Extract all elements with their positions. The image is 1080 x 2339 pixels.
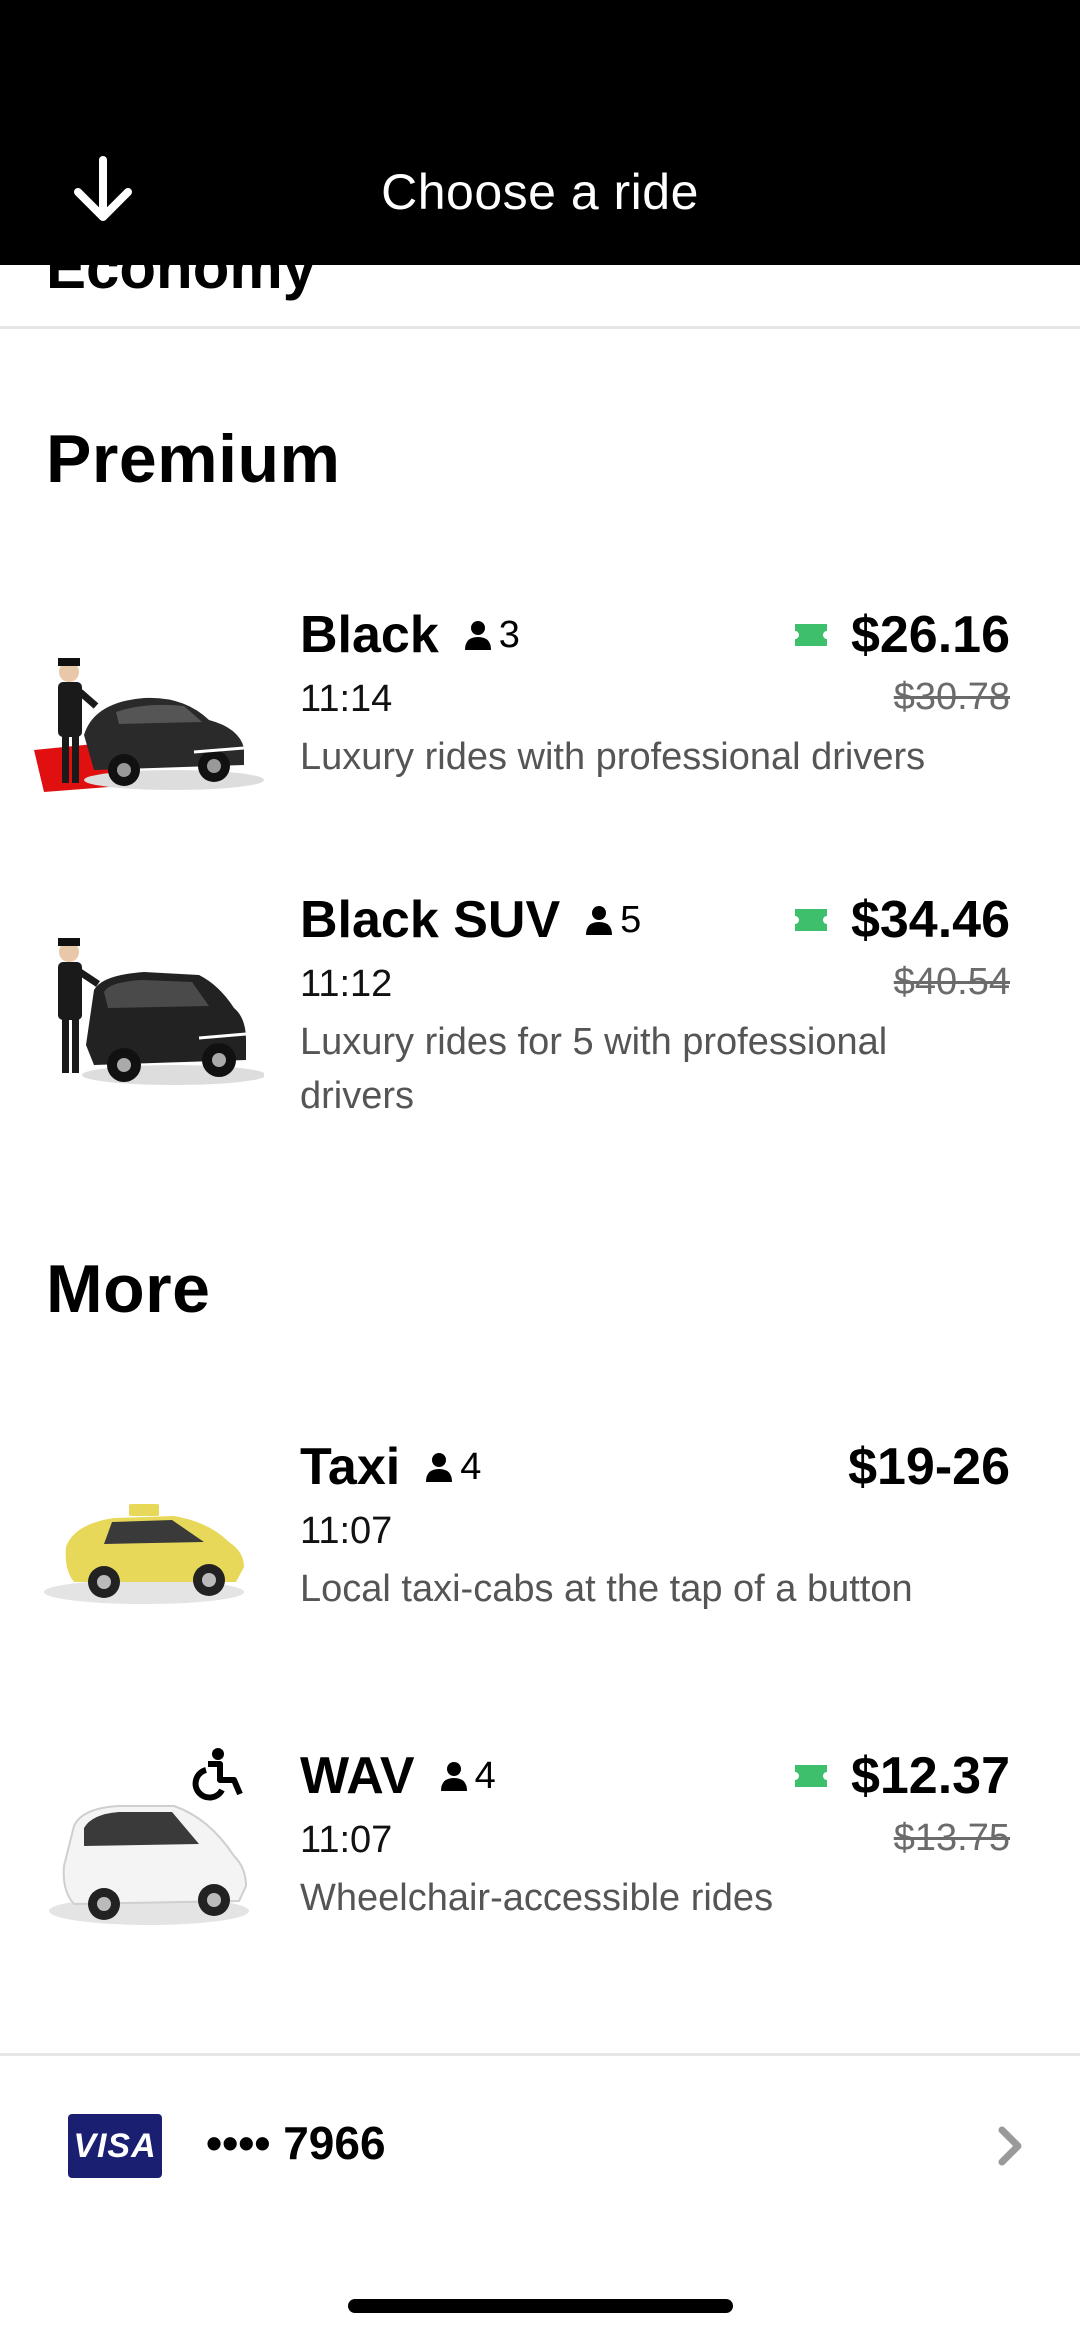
- original-price: $40.54: [893, 961, 1010, 1003]
- ride-name: Taxi: [300, 1438, 401, 1496]
- black-suv-image: [24, 910, 266, 1110]
- visa-card-icon: VISA: [68, 2114, 162, 2178]
- original-price: $13.75: [893, 1817, 1010, 1859]
- eta-time: 11:14: [300, 678, 393, 720]
- ride-description: Wheelchair-accessible rides: [300, 1877, 774, 1919]
- seat-count: 4: [460, 1445, 482, 1488]
- person-icon: [440, 1762, 467, 1791]
- passenger-count: 3: [463, 614, 520, 657]
- ride-name: Black SUV: [300, 891, 561, 949]
- passenger-count: 4: [424, 1446, 481, 1489]
- price-value: $34.46: [850, 891, 1010, 949]
- seat-count: 5: [620, 898, 642, 941]
- price-value: $12.37: [850, 1747, 1010, 1805]
- chevron-right-icon[interactable]: [994, 2124, 1024, 2168]
- section-title-premium: Premium: [46, 421, 341, 497]
- wheelchair-icon: [192, 1748, 243, 1801]
- eta-time: 11:12: [300, 963, 393, 1005]
- person-icon: [586, 906, 613, 935]
- eta-time: 11:07: [300, 1510, 393, 1552]
- ride-price: $12.37: [793, 1741, 1010, 1811]
- ride-price: $26.16: [793, 600, 1010, 670]
- passenger-count: 4: [439, 1755, 496, 1798]
- price-value: $26.16: [850, 606, 1010, 664]
- ride-price: $19-26: [848, 1432, 1010, 1502]
- ride-description: Luxury rides for 5 with professional dri…: [300, 1021, 888, 1117]
- ride-name: Black: [300, 606, 439, 664]
- ride-description: Luxury rides with professional drivers: [300, 736, 926, 778]
- person-icon: [426, 1453, 453, 1482]
- price-value: $19-26: [848, 1438, 1010, 1496]
- ride-name: WAV: [300, 1747, 415, 1805]
- person-icon: [464, 621, 491, 650]
- card-number: •••• 7966: [206, 2117, 386, 2169]
- divider: [0, 326, 1080, 329]
- header: Choose a ride: [0, 0, 1080, 265]
- black-car-image: [24, 620, 264, 820]
- payment-method-row[interactable]: VISA •••• 7966: [0, 2054, 1080, 2242]
- page-title: Choose a ride: [381, 164, 699, 220]
- promo-ticket-icon: [794, 909, 827, 931]
- seat-count: 4: [474, 1754, 496, 1797]
- promo-ticket-icon: [794, 1765, 827, 1787]
- original-price: $30.78: [893, 676, 1010, 718]
- seat-count: 3: [498, 613, 520, 656]
- ride-description: Local taxi-cabs at the tap of a button: [300, 1568, 913, 1610]
- wav-van-image: [24, 1746, 264, 1946]
- ride-price: $34.46: [793, 885, 1010, 955]
- home-indicator[interactable]: [348, 2299, 733, 2313]
- passenger-count: 5: [584, 899, 641, 942]
- section-title-more: More: [46, 1251, 211, 1327]
- eta-time: 11:07: [300, 1819, 393, 1861]
- promo-ticket-icon: [794, 624, 827, 646]
- taxi-car-image: [24, 1442, 264, 1642]
